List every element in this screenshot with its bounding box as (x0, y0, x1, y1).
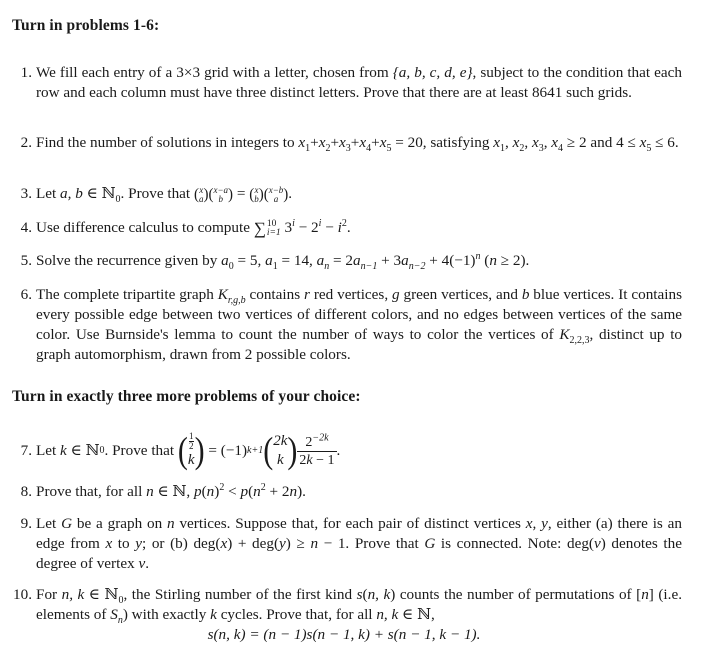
binomial: (2k k) (263, 429, 298, 471)
problem-number: 2. (20, 134, 32, 151)
problem-text: Let a, b ∈ ℕ0. Prove that (x a)(x−a b) = (… (36, 184, 293, 206)
binomial: (x b) (249, 184, 264, 204)
problem-text: Solve the recurrence given by a0 = 5, a1… (36, 250, 530, 273)
problem-number: 1. (20, 64, 32, 81)
problem-3: 3. Let a, b ∈ ℕ0. Prove that (x a)(x−a b) … (12, 184, 682, 205)
problem-number: 6. (20, 286, 32, 303)
binomial: (x−a b) (208, 184, 234, 204)
problem-6: 6. The complete tripartite graph Kr,g,b … (12, 285, 682, 365)
section-heading-choice: Turn in exactly three more problems of y… (12, 388, 361, 405)
problem-number: 3. (20, 185, 32, 202)
section-heading-required: Turn in problems 1-6: (12, 17, 160, 34)
problem-number: 9. (20, 515, 32, 532)
problem-number: 5. (20, 252, 32, 269)
problem-5: 5. Solve the recurrence given by a0 = 5,… (12, 251, 682, 271)
problem-text: Let G be a graph on n vertices. Suppose … (36, 515, 682, 572)
binomial: (1 2 k) (177, 429, 205, 471)
problem-text: We fill each entry of a 3×3 grid with a … (36, 64, 682, 101)
problem-9: 9. Let G be a graph on n vertices. Suppo… (12, 514, 682, 574)
problem-number: 7. (20, 442, 32, 459)
problem-text: The complete tripartite graph Kr,g,b con… (36, 286, 683, 363)
recurrence-equation: s(n, k) = (n − 1)s(n − 1, k) + s(n − 1, … (207, 626, 481, 643)
problem-text: Prove that, for all n ∈ ℕ, p(n)2 < p(n2 … (36, 481, 306, 500)
problem-text: For n, k ∈ ℕ0, the Stirling number of th… (36, 586, 682, 643)
problem-number: 10. (13, 586, 32, 603)
problem-2: 2. Find the number of solutions in integ… (12, 133, 682, 155)
problem-7: 7. Let k ∈ ℕ0. Prove that (1 2 k) = (−1) k+… (12, 431, 682, 471)
problem-text: Let k ∈ ℕ0. Prove that (1 2 k) = (−1) k+1(2… (36, 429, 341, 471)
problem-8: 8. Prove that, for all n ∈ ℕ, p(n)2 < p(… (12, 482, 682, 502)
problem-text: Find the number of solutions in integers… (36, 134, 679, 155)
problem-number: 8. (20, 483, 32, 500)
problem-number: 4. (20, 219, 32, 236)
summation: ∑ 10 i=1 (253, 218, 281, 238)
problem-1: 1. We fill each entry of a 3×3 grid with… (12, 63, 682, 103)
problem-4: 4. Use difference calculus to compute ∑ 1… (12, 218, 682, 239)
binomial: (x−b a) (263, 184, 289, 204)
fraction: 2−2k 2k − 1 (297, 431, 337, 468)
problem-10: 10. For n, k ∈ ℕ0, the Stirling number o… (12, 585, 682, 645)
problem-text: Use difference calculus to compute ∑ 10 i=… (36, 217, 351, 238)
binomial: (x a) (193, 184, 209, 204)
